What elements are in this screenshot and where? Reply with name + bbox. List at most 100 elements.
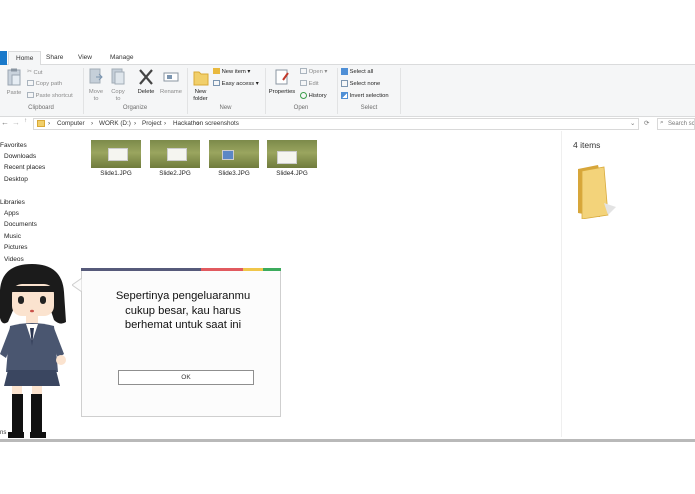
edit-button[interactable]: Edit [300,79,319,90]
ok-button[interactable]: OK [118,370,254,385]
copy-to-icon [111,68,125,85]
file-thumbnail[interactable] [150,140,200,168]
nav-item-documents[interactable]: Documents [4,219,37,230]
status-bar-fragment: ns [0,430,7,436]
properties-icon [275,69,289,85]
nav-item-downloads[interactable]: Downloads [4,151,36,162]
file-name[interactable]: Slide3.JPG [204,170,264,177]
crumb-separator-icon: › [197,120,200,127]
forward-arrow-icon[interactable]: → [12,118,20,127]
move-to-button[interactable]: Move to [86,68,106,103]
paste-button[interactable]: Paste [3,68,25,97]
paste-shortcut-button[interactable]: Paste shortcut [27,91,73,102]
new-folder-label: New folder [193,89,208,102]
file-thumbnail[interactable] [209,140,259,168]
open-button[interactable]: Open ▾ [300,67,327,78]
file-name[interactable]: Slide1.JPG [86,170,146,177]
invert-selection-button[interactable]: Invert selection [341,91,389,102]
open-icon [300,68,307,75]
tab-share[interactable]: Share [39,51,70,65]
dialog-message: Sepertinya pengeluaranmu cukup besar, ka… [115,290,251,331]
nav-item-apps[interactable]: Apps [4,208,19,219]
nav-item-music[interactable]: Music [4,231,21,242]
new-folder-icon [193,71,208,86]
properties-label: Properties [268,89,296,95]
crumb-separator-icon: › [164,120,167,127]
copy-to-button[interactable]: Copy to [108,68,128,103]
nav-favorites-header[interactable]: Favorites [0,140,27,151]
nav-item-desktop[interactable]: Desktop [4,174,28,185]
edit-label: Edit [308,81,319,87]
crumb-separator-icon: › [48,120,51,127]
invert-selection-label: Invert selection [349,93,389,99]
rename-icon [163,72,179,82]
copy-path-button[interactable]: Copy path [27,79,62,90]
item-count: 4 items [573,140,601,150]
tab-manage[interactable]: Manage [103,51,141,65]
invert-selection-icon [341,91,348,99]
copy-to-label: Copy to [111,89,125,102]
color-strip-segment [201,268,243,271]
delete-x-icon [139,69,153,85]
delete-label: Delete [137,89,155,95]
rename-button[interactable]: Rename [159,68,183,96]
search-icon: ⌕ [660,119,664,126]
file-name[interactable]: Slide4.JPG [262,170,322,177]
girl-character-illustration [0,264,66,438]
paste-shortcut-label: Paste shortcut [35,93,73,99]
properties-button[interactable]: Properties [268,68,296,96]
folder-icon [37,120,45,127]
tab-home[interactable]: Home [8,51,42,66]
breadcrumb-drive[interactable]: WORK (D:) [99,118,131,130]
file-thumbnail[interactable] [267,140,317,168]
file-thumbnail[interactable] [91,140,141,168]
nav-item-recent-places[interactable]: Recent places [4,162,45,173]
tab-view[interactable]: View [71,51,99,65]
history-button[interactable]: History [300,91,327,102]
history-label: History [308,93,327,99]
copy-path-label: Copy path [35,81,63,87]
organize-group-label: Organize [122,105,148,111]
open-group-label: Open [293,105,309,111]
select-none-button[interactable]: Select none [341,79,380,90]
cut-button[interactable]: ✂ Cut [27,67,43,78]
paste-label: Paste [6,90,22,96]
back-arrow-icon[interactable]: ← [1,118,9,127]
file-tab[interactable] [0,51,7,65]
clipboard-group-label: Clipboard [28,105,54,111]
delete-button[interactable]: Delete [136,68,156,96]
breadcrumb-screenshots[interactable]: screenshots [205,118,239,130]
easy-access-icon [213,80,220,87]
copy-path-icon [27,80,34,87]
select-none-icon [341,79,348,87]
select-all-button[interactable]: Select all [341,67,373,78]
nav-libraries-header[interactable]: Libraries [0,197,25,208]
edit-icon [300,80,307,87]
breadcrumb-computer[interactable]: Computer [57,118,85,130]
breadcrumb-project[interactable]: Project [142,118,162,130]
paste-shortcut-icon [27,92,34,99]
easy-access-button[interactable]: Easy access ▾ [213,79,259,90]
file-name[interactable]: Slide2.JPG [145,170,205,177]
chevron-down-icon[interactable]: ⌄ [630,118,635,130]
clipboard-icon [7,68,21,86]
color-strip-segment [243,268,263,271]
scissors-icon: ✂ [27,69,32,75]
select-all-icon [341,67,348,75]
refresh-icon[interactable]: ⟳ [644,118,649,130]
new-folder-button[interactable]: New folder [190,68,211,103]
new-item-button[interactable]: New item ▾ [213,67,250,78]
cut-label: Cut [33,70,43,77]
up-arrow-icon[interactable]: ↑ [24,118,27,124]
open-label: Open [308,69,323,75]
nav-item-pictures[interactable]: Pictures [4,242,27,253]
color-strip-segment [263,268,281,271]
new-item-icon [213,68,220,75]
pane-divider [561,131,562,437]
select-all-label: Select all [349,69,374,75]
crumb-separator-icon: › [91,120,94,127]
select-none-label: Select none [349,81,381,87]
color-strip-segment [81,268,201,271]
window-bottom-border [0,439,695,442]
speech-pointer [72,278,82,292]
